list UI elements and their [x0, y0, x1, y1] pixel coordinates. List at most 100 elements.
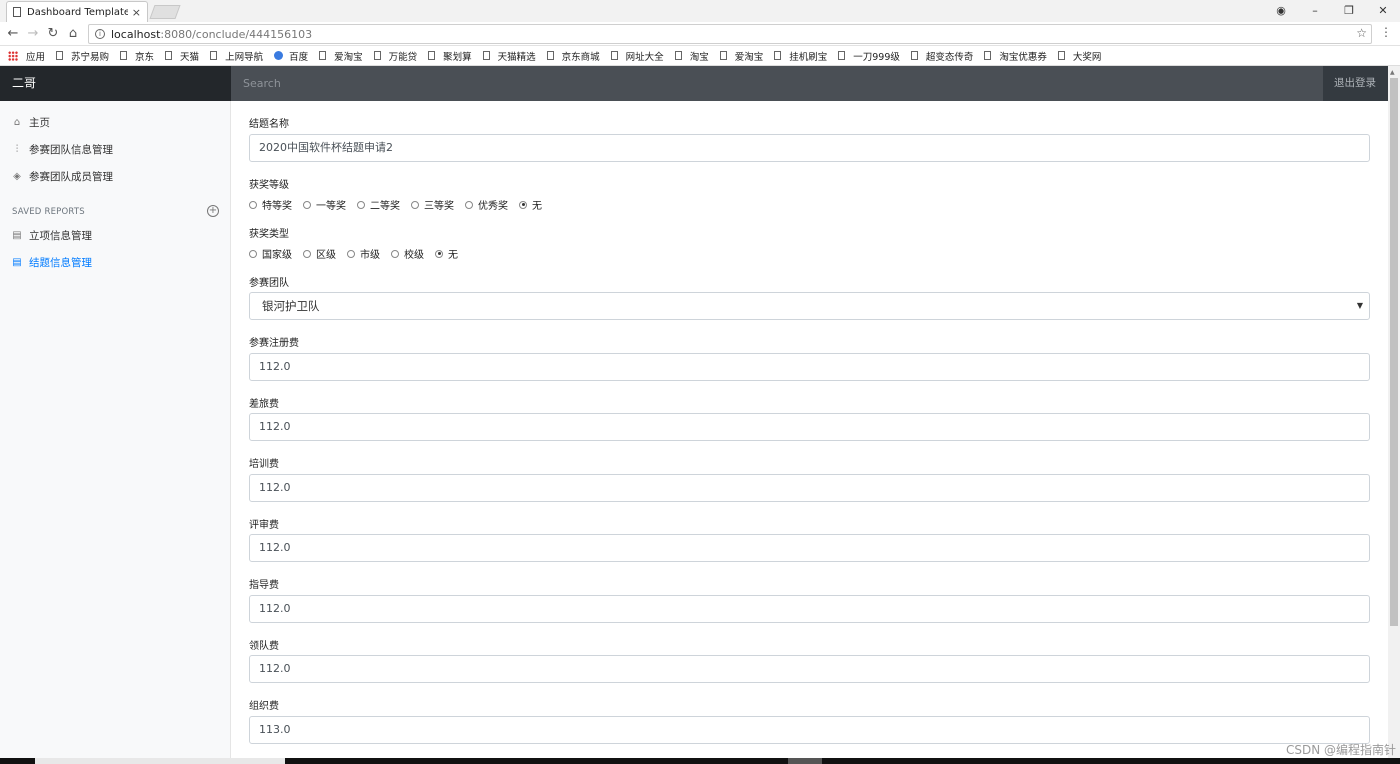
taskbar-item[interactable]	[788, 758, 822, 764]
bookmark[interactable]: 淘宝	[674, 49, 709, 63]
award-type-option[interactable]: 区级	[303, 246, 336, 261]
page-icon	[165, 51, 173, 60]
training-fee-input[interactable]: 112.0	[249, 474, 1370, 502]
os-taskbar	[0, 758, 1400, 764]
browser-menu-icon[interactable]: ⋮	[1380, 25, 1392, 39]
brand-title[interactable]: 二哥	[0, 66, 231, 101]
page-icon	[546, 51, 554, 60]
bookmark[interactable]: 百度	[274, 49, 308, 63]
bookmark[interactable]: 聚划算	[428, 49, 472, 63]
page-scrollbar[interactable]: ▲	[1388, 66, 1400, 758]
home-button-icon[interactable]: ⌂	[64, 25, 82, 43]
page-icon	[719, 51, 727, 60]
page-icon	[674, 51, 682, 60]
sidebar-item-label: 参赛团队成员管理	[29, 171, 113, 183]
title-input[interactable]: 2020中国软件杯结题申请2	[249, 134, 1370, 162]
page-icon	[774, 51, 782, 60]
review-fee-input[interactable]: 112.0	[249, 534, 1370, 562]
url-field[interactable]: i localhost :8080/conclude/444156103 ☆	[88, 24, 1372, 44]
fee-label: 培训费	[249, 459, 279, 470]
organization-fee-input[interactable]: 113.0	[249, 716, 1370, 744]
sidebar-item-project-info[interactable]: ▤ 立项信息管理	[12, 228, 92, 243]
bookmark[interactable]: 挂机刷宝	[774, 49, 827, 63]
restore-icon[interactable]: ❐	[1332, 4, 1366, 17]
award-level-option[interactable]: 一等奖	[303, 197, 346, 212]
page-icon	[13, 7, 21, 17]
search-input[interactable]	[231, 66, 1323, 101]
bookmark[interactable]: 万能贷	[373, 49, 417, 63]
award-type-option[interactable]: 国家级	[249, 246, 292, 261]
page-icon	[56, 51, 64, 60]
title-label: 结题名称	[249, 119, 289, 130]
bookmark[interactable]: 大奖网	[1057, 49, 1101, 63]
award-level-option[interactable]: 特等奖	[249, 197, 292, 212]
sidebar-item-conclusion-info[interactable]: ▤ 结题信息管理	[12, 255, 92, 270]
registration-fee-input[interactable]: 112.0	[249, 353, 1370, 381]
bookmarks-bar: 应用 苏宁易购 京东 天猫 上网导航 百度 爱淘宝 万能贷 聚划算 天猫精选 京…	[0, 46, 1400, 66]
apps-grid-icon[interactable]	[8, 50, 18, 61]
travel-fee-input[interactable]: 112.0	[249, 413, 1370, 441]
team-label: 参赛团队	[249, 278, 289, 289]
reload-icon[interactable]: ↻	[44, 25, 62, 43]
award-level-radio-group: 特等奖 一等奖 二等奖 三等奖 优秀奖 无	[249, 197, 553, 212]
close-window-icon[interactable]: ✕	[1366, 4, 1400, 17]
page-icon	[210, 51, 218, 60]
scroll-thumb[interactable]	[1390, 78, 1398, 626]
info-icon[interactable]: i	[95, 29, 105, 39]
new-tab-button[interactable]	[149, 5, 181, 19]
add-report-icon[interactable]: +	[207, 205, 219, 217]
guidance-fee-input[interactable]: 112.0	[249, 595, 1370, 623]
window-controls: ◉ – ❐ ✕	[1264, 0, 1400, 20]
bookmark[interactable]: 超变态传奇	[910, 49, 973, 63]
address-bar-row: ← → ↻ ⌂ i localhost :8080/conclude/44415…	[0, 22, 1400, 46]
minimize-icon[interactable]: –	[1298, 4, 1332, 17]
bookmark[interactable]: 淘宝优惠券	[984, 49, 1047, 63]
profile-icon[interactable]: ◉	[1264, 4, 1298, 17]
layers-icon: ◈	[13, 170, 21, 182]
bookmark-star-icon[interactable]: ☆	[1356, 26, 1367, 40]
bookmark-apps[interactable]: 应用	[26, 49, 45, 63]
award-level-option-selected[interactable]: 无	[519, 197, 542, 212]
scroll-up-icon[interactable]: ▲	[1390, 69, 1395, 76]
sidebar: ⌂ 主页 ⫶ 参赛团队信息管理 ◈ 参赛团队成员管理 SAVED REPORTS…	[0, 101, 231, 758]
award-type-option[interactable]: 市级	[347, 246, 380, 261]
sidebar-item-team-info[interactable]: ⫶ 参赛团队信息管理	[12, 142, 113, 157]
bookmark[interactable]: 一刀999级	[838, 49, 900, 63]
page-icon	[610, 51, 618, 60]
award-type-option-selected[interactable]: 无	[435, 246, 458, 261]
sidebar-item-team-members[interactable]: ◈ 参赛团队成员管理	[12, 169, 113, 184]
forward-icon[interactable]: →	[24, 25, 42, 43]
award-level-option[interactable]: 三等奖	[411, 197, 454, 212]
award-type-option[interactable]: 校级	[391, 246, 424, 261]
team-select[interactable]: 银河护卫队 ▼	[249, 292, 1370, 320]
sidebar-item-label: 主页	[29, 117, 50, 129]
bookmark[interactable]: 京东商城	[546, 49, 600, 63]
bookmark[interactable]: 爱淘宝	[319, 49, 363, 63]
browser-tab[interactable]: Dashboard Template fo ×	[6, 1, 148, 22]
bookmark[interactable]: 天猫精选	[482, 49, 536, 63]
bookmark[interactable]: 天猫	[165, 49, 199, 63]
fee-label: 参赛注册费	[249, 338, 299, 349]
bookmark[interactable]: 京东	[120, 49, 154, 63]
bookmark[interactable]: 网址大全	[610, 49, 664, 63]
award-level-option[interactable]: 优秀奖	[465, 197, 508, 212]
bookmark[interactable]: 苏宁易购	[56, 49, 109, 63]
file-icon: ▤	[12, 256, 22, 268]
taskbar-item[interactable]	[35, 758, 285, 764]
page-icon	[120, 51, 128, 60]
back-icon[interactable]: ←	[4, 25, 22, 43]
file-icon: ▤	[12, 229, 22, 241]
close-tab-icon[interactable]: ×	[132, 6, 141, 19]
award-level-option[interactable]: 二等奖	[357, 197, 400, 212]
leader-fee-input[interactable]: 112.0	[249, 655, 1370, 683]
bookmark[interactable]: 爱淘宝	[719, 49, 763, 63]
fee-label: 领队费	[249, 641, 279, 652]
watermark: CSDN @编程指南针	[1285, 743, 1396, 757]
bookmark[interactable]: 上网导航	[210, 49, 263, 63]
conclusion-form: 结题名称 2020中国软件杯结题申请2 获奖等级 特等奖 一等奖 二等奖 三等奖…	[231, 101, 1388, 758]
sidebar-item-home[interactable]: ⌂ 主页	[12, 115, 50, 130]
sidebar-item-label: 结题信息管理	[29, 257, 92, 269]
sign-out-link[interactable]: 退出登录	[1334, 66, 1376, 101]
team-select-value: 银河护卫队	[262, 299, 320, 313]
page-icon	[838, 51, 846, 60]
